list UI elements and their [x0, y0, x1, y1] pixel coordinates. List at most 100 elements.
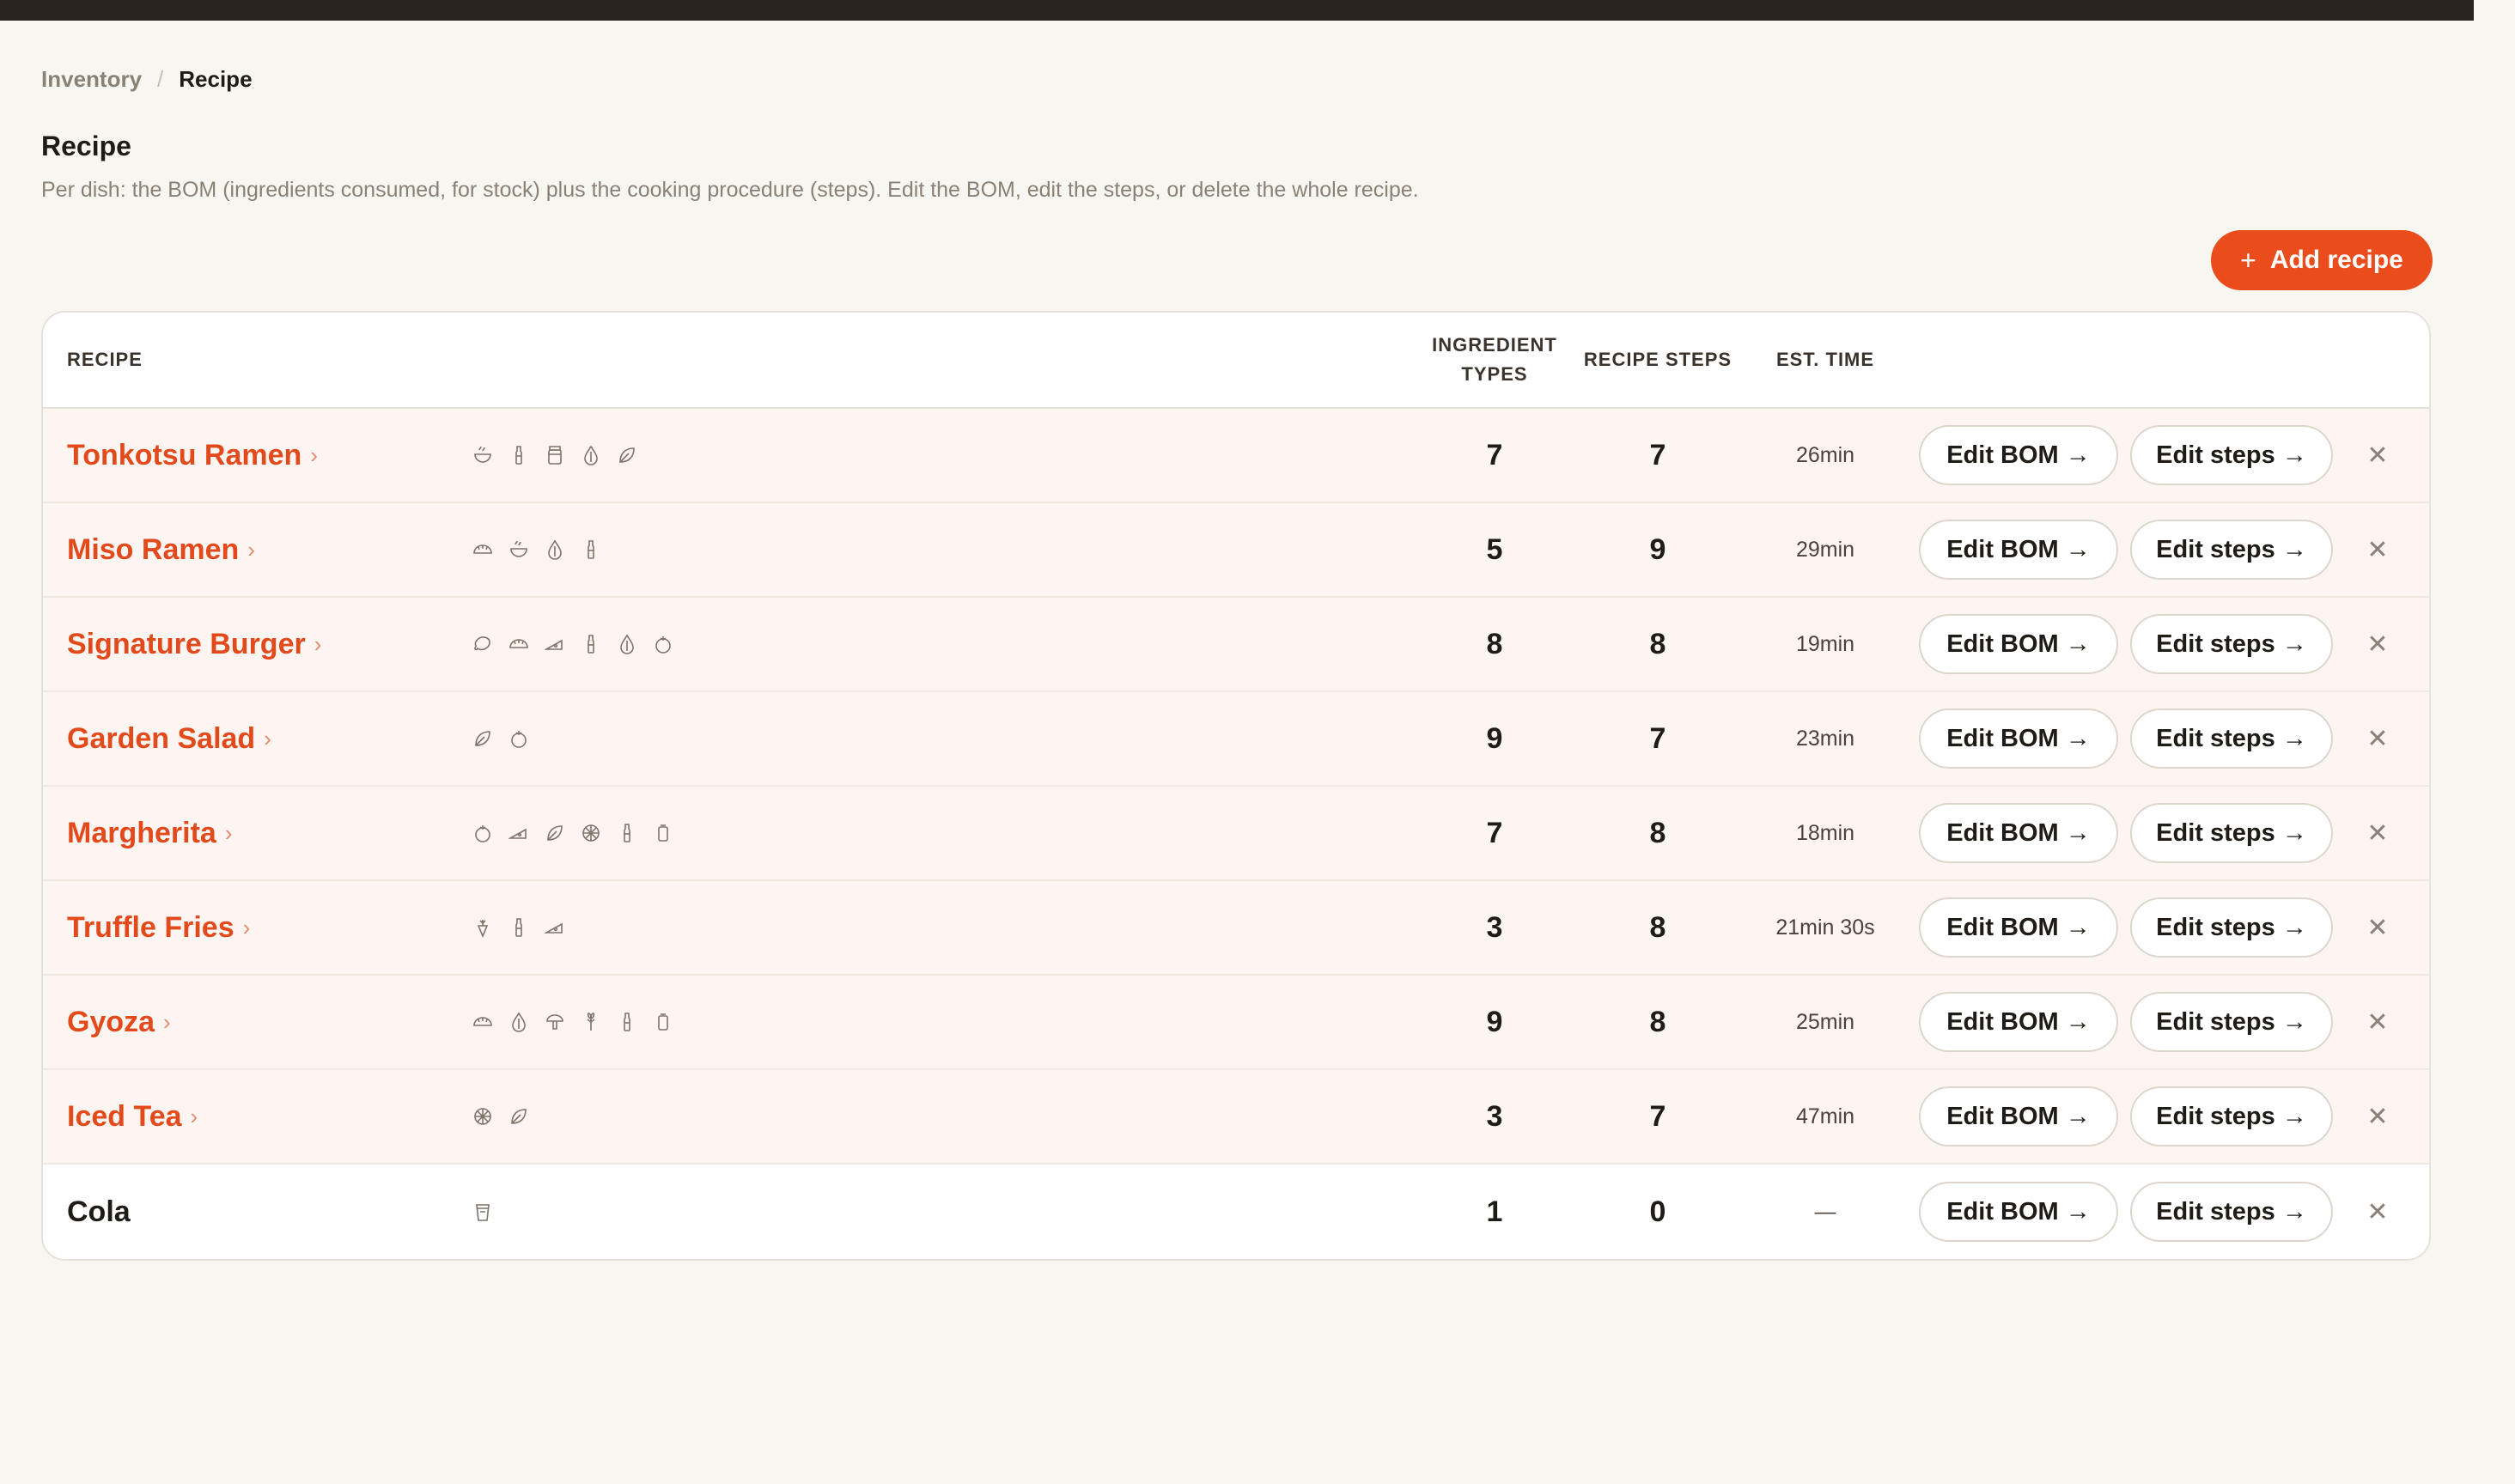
ingredient-icons	[472, 634, 1426, 654]
delete-recipe-icon[interactable]: ✕	[2357, 718, 2398, 759]
recipe-name-link[interactable]: Margherita ›	[67, 817, 472, 850]
row-actions: Edit BOM → Edit steps → ✕	[1898, 614, 2429, 674]
header-est-time: EST. TIME	[1775, 349, 1875, 370]
herb-icon	[581, 1012, 601, 1032]
edit-steps-button[interactable]: Edit steps →	[2130, 1086, 2333, 1146]
edit-steps-button[interactable]: Edit steps →	[2130, 1182, 2333, 1242]
row-actions: Edit BOM → Edit steps → ✕	[1898, 992, 2429, 1052]
table-row: Garden Salad › 9 7 23min Edit BOM → Edit…	[43, 692, 2429, 787]
table-row: Cola 1 0 — Edit BOM → Edit steps → ✕	[43, 1165, 2429, 1259]
ingredient-icons	[472, 917, 1426, 939]
cheese-icon	[543, 917, 565, 938]
can-icon	[653, 1012, 673, 1032]
est-time-value: 26min	[1795, 442, 1855, 467]
drop-icon	[508, 1012, 529, 1032]
dumpling-icon	[472, 1012, 493, 1032]
edit-bom-button[interactable]: Edit BOM →	[1919, 992, 2118, 1052]
recipe-name-link[interactable]: Garden Salad ›	[67, 722, 472, 756]
recipe-steps-value: 8	[1649, 627, 1666, 660]
delete-recipe-icon[interactable]: ✕	[2357, 529, 2398, 570]
delete-recipe-icon[interactable]: ✕	[2357, 907, 2398, 948]
row-actions: Edit BOM → Edit steps → ✕	[1898, 425, 2429, 485]
edit-steps-button[interactable]: Edit steps →	[2130, 614, 2333, 674]
cheese-icon	[543, 634, 565, 654]
edit-steps-button[interactable]: Edit steps →	[2130, 803, 2333, 863]
edit-bom-button[interactable]: Edit BOM →	[1919, 709, 2118, 769]
delete-recipe-icon[interactable]: ✕	[2357, 1096, 2398, 1137]
edit-bom-button[interactable]: Edit BOM →	[1919, 425, 2118, 485]
leaf-icon	[508, 1106, 529, 1127]
table-row: Gyoza › 9 8 25min Edit BOM → Edit steps …	[43, 976, 2429, 1070]
meat-icon	[472, 634, 493, 654]
recipe-name: Cola	[67, 1195, 131, 1228]
bottle-icon	[617, 1012, 637, 1032]
recipe-name-link: Cola	[67, 1195, 472, 1229]
page-description: Per dish: the BOM (ingredients consumed,…	[41, 178, 1419, 202]
tomato-icon	[508, 728, 529, 749]
recipe-name-link[interactable]: Iced Tea ›	[67, 1100, 472, 1134]
edit-bom-button[interactable]: Edit BOM →	[1919, 803, 2118, 863]
recipe-name: Tonkotsu Ramen	[67, 438, 302, 471]
drop-icon	[581, 445, 601, 465]
delete-recipe-icon[interactable]: ✕	[2357, 1001, 2398, 1043]
delete-recipe-icon[interactable]: ✕	[2357, 1191, 2398, 1232]
bottle-icon	[581, 634, 601, 654]
recipe-steps-value: 9	[1649, 532, 1666, 566]
cheese-icon	[507, 823, 529, 843]
tomato-icon	[653, 634, 673, 654]
edit-steps-button[interactable]: Edit steps →	[2130, 425, 2333, 485]
edit-bom-button[interactable]: Edit BOM →	[1919, 1086, 2118, 1146]
est-time-value: 23min	[1795, 726, 1855, 751]
recipe-steps-value: 8	[1649, 910, 1666, 944]
edit-steps-button[interactable]: Edit steps →	[2130, 520, 2333, 580]
ingredient-types-value: 9	[1486, 721, 1503, 755]
table-row: Miso Ramen › 5 9 29min Edit BOM → Edit s…	[43, 503, 2429, 598]
add-recipe-button[interactable]: + Add recipe	[2211, 230, 2433, 290]
chevron-right-icon: ›	[242, 914, 251, 940]
recipe-name-link[interactable]: Tonkotsu Ramen ›	[67, 439, 472, 472]
delete-recipe-icon[interactable]: ✕	[2357, 623, 2398, 665]
table-header: RECIPE INGREDIENT TYPES RECIPE STEPS EST…	[43, 313, 2429, 409]
leaf-icon	[472, 728, 493, 749]
row-actions: Edit BOM → Edit steps → ✕	[1898, 1182, 2429, 1242]
ingredient-types-value: 8	[1486, 627, 1503, 660]
recipe-name-link[interactable]: Truffle Fries ›	[67, 911, 472, 945]
breadcrumb-current: Recipe	[179, 65, 253, 92]
ingredient-icons	[472, 728, 1426, 749]
dumpling-icon	[508, 634, 529, 654]
edit-steps-button[interactable]: Edit steps →	[2130, 992, 2333, 1052]
recipe-name: Signature Burger	[67, 627, 306, 660]
dumpling-icon	[472, 539, 493, 560]
edit-bom-button[interactable]: Edit BOM →	[1919, 520, 2118, 580]
row-actions: Edit BOM → Edit steps → ✕	[1898, 1086, 2429, 1146]
chevron-right-icon: ›	[264, 725, 271, 751]
toolbar: + Add recipe	[41, 230, 2433, 292]
ingredient-types-value: 3	[1486, 1099, 1503, 1133]
recipe-name-link[interactable]: Gyoza ›	[67, 1006, 472, 1039]
breadcrumb-inventory-link[interactable]: Inventory	[41, 66, 142, 93]
chevron-right-icon: ›	[163, 1008, 171, 1035]
edit-steps-button[interactable]: Edit steps →	[2130, 897, 2333, 958]
est-time-value: 21min 30s	[1775, 915, 1875, 940]
edit-bom-button[interactable]: Edit BOM →	[1919, 1182, 2118, 1242]
ingredient-icons	[472, 1012, 1426, 1032]
leaf-icon	[617, 445, 637, 465]
top-bar	[0, 0, 2474, 21]
table-row: Truffle Fries › 3 8 21min 30s Edit BOM →…	[43, 881, 2429, 976]
header-recipe: RECIPE	[67, 349, 143, 370]
recipe-table: RECIPE INGREDIENT TYPES RECIPE STEPS EST…	[41, 311, 2431, 1261]
delete-recipe-icon[interactable]: ✕	[2357, 812, 2398, 854]
citrus-icon	[472, 1106, 493, 1127]
bottle-icon	[508, 445, 529, 465]
ingredient-types-value: 3	[1486, 910, 1503, 944]
delete-recipe-icon[interactable]: ✕	[2357, 435, 2398, 476]
bowl-icon	[472, 445, 493, 465]
recipe-name-link[interactable]: Miso Ramen ›	[67, 533, 472, 567]
ingredient-icons	[472, 1201, 1426, 1222]
table-row: Iced Tea › 3 7 47min Edit BOM → Edit ste…	[43, 1070, 2429, 1165]
edit-bom-button[interactable]: Edit BOM →	[1919, 897, 2118, 958]
ingredient-types-value: 1	[1486, 1195, 1503, 1228]
recipe-name-link[interactable]: Signature Burger ›	[67, 628, 472, 661]
edit-bom-button[interactable]: Edit BOM →	[1919, 614, 2118, 674]
edit-steps-button[interactable]: Edit steps →	[2130, 709, 2333, 769]
